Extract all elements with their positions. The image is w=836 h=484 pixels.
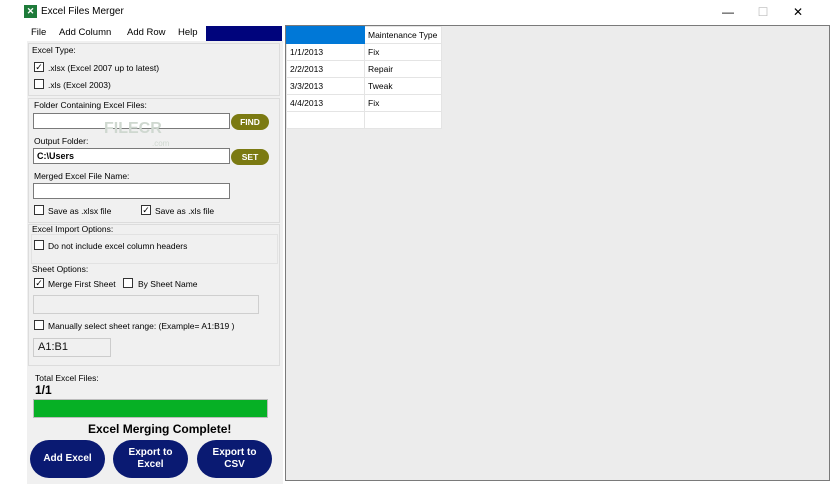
table-row[interactable]: 4/4/2013 Fix <box>286 94 442 112</box>
data-grid[interactable]: Maintenance Type 1/1/2013 Fix 2/2/2013 R… <box>285 25 830 481</box>
table-row[interactable]: 2/2/2013 Repair <box>286 60 442 78</box>
output-label: Output Folder: <box>34 136 89 146</box>
xlsx-checkbox-label: .xlsx (Excel 2007 up to latest) <box>48 63 160 73</box>
save-xls-checkbox[interactable]: ✓ <box>141 205 151 215</box>
by-sheet-name-checkbox[interactable] <box>123 278 133 288</box>
title-bar: ✕ Excel Files Merger — ☐ ✕ <box>0 0 836 24</box>
grid-cell[interactable]: 1/1/2013 <box>286 43 365 61</box>
save-xls-label: Save as .xls file <box>155 206 215 216</box>
excel-type-label: Excel Type: <box>32 45 76 55</box>
menu-add-row[interactable]: Add Row <box>127 27 166 38</box>
merge-first-sheet-label: Merge First Sheet <box>48 279 116 289</box>
menu-add-column[interactable]: Add Column <box>59 27 111 38</box>
grid-cell[interactable]: Fix <box>364 94 442 112</box>
grid-cell[interactable]: Fix <box>364 43 442 61</box>
set-button[interactable]: SET <box>231 149 269 165</box>
grid-cell[interactable]: 4/4/2013 <box>286 94 365 112</box>
xls-checkbox-label: .xls (Excel 2003) <box>48 80 111 90</box>
sheet-options-label: Sheet Options: <box>32 264 89 274</box>
table-row[interactable]: 1/1/2013 Fix <box>286 43 442 61</box>
save-xlsx-checkbox[interactable] <box>34 205 44 215</box>
merged-name-label: Merged Excel File Name: <box>34 171 130 181</box>
sheet-name-input[interactable] <box>33 295 259 314</box>
no-headers-checkbox[interactable] <box>34 240 44 250</box>
merged-name-input[interactable] <box>33 183 230 199</box>
grid-header-row: Maintenance Type <box>286 26 442 44</box>
excel-icon: ✕ <box>24 5 37 18</box>
xls-checkbox[interactable] <box>34 79 44 89</box>
save-xlsx-label: Save as .xlsx file <box>48 206 112 216</box>
export-csv-button[interactable]: Export to CSV <box>197 440 272 478</box>
grid-cell[interactable]: Repair <box>364 60 442 78</box>
grid-header-corner[interactable] <box>286 26 365 44</box>
grid-table: Maintenance Type 1/1/2013 Fix 2/2/2013 R… <box>286 26 442 129</box>
menu-fill-bar <box>206 26 282 41</box>
window-title: Excel Files Merger <box>41 6 124 17</box>
xlsx-checkbox[interactable]: ✓ <box>34 62 44 72</box>
range-input[interactable]: A1:B1 <box>33 338 111 357</box>
watermark-sub: .com <box>152 139 170 148</box>
total-files-count: 1/1 <box>35 383 52 397</box>
close-button[interactable]: ✕ <box>781 2 815 22</box>
grid-cell[interactable]: 2/2/2013 <box>286 60 365 78</box>
folder-label: Folder Containing Excel Files: <box>34 100 147 110</box>
no-headers-label: Do not include excel column headers <box>48 241 188 251</box>
output-input[interactable]: C:\Users <box>33 148 230 164</box>
grid-cell[interactable]: Tweak <box>364 77 442 95</box>
grid-header-maintenance-type[interactable]: Maintenance Type <box>364 26 442 44</box>
import-options-label: Excel Import Options: <box>32 224 114 234</box>
add-excel-button[interactable]: Add Excel <box>30 440 105 478</box>
merge-status: Excel Merging Complete! <box>88 422 232 436</box>
menu-file[interactable]: File <box>31 27 46 38</box>
grid-cell[interactable] <box>364 111 442 129</box>
merge-progress-fill <box>34 400 267 417</box>
table-row[interactable]: 3/3/2013 Tweak <box>286 77 442 95</box>
table-row[interactable] <box>286 111 442 129</box>
by-sheet-name-label: By Sheet Name <box>138 279 198 289</box>
manual-range-label: Manually select sheet range: (Example= A… <box>48 321 235 331</box>
watermark-text: FILECR <box>104 120 162 137</box>
grid-cell[interactable]: 3/3/2013 <box>286 77 365 95</box>
merge-progress-bar <box>33 399 268 418</box>
total-files-label: Total Excel Files: <box>35 373 99 383</box>
export-excel-button[interactable]: Export to Excel <box>113 440 188 478</box>
maximize-button[interactable]: ☐ <box>746 2 780 22</box>
menu-help[interactable]: Help <box>178 27 198 38</box>
manual-range-checkbox[interactable] <box>34 320 44 330</box>
merge-first-sheet-checkbox[interactable]: ✓ <box>34 278 44 288</box>
minimize-button[interactable]: — <box>711 2 745 22</box>
grid-cell[interactable] <box>286 111 365 129</box>
find-button[interactable]: FIND <box>231 114 269 130</box>
